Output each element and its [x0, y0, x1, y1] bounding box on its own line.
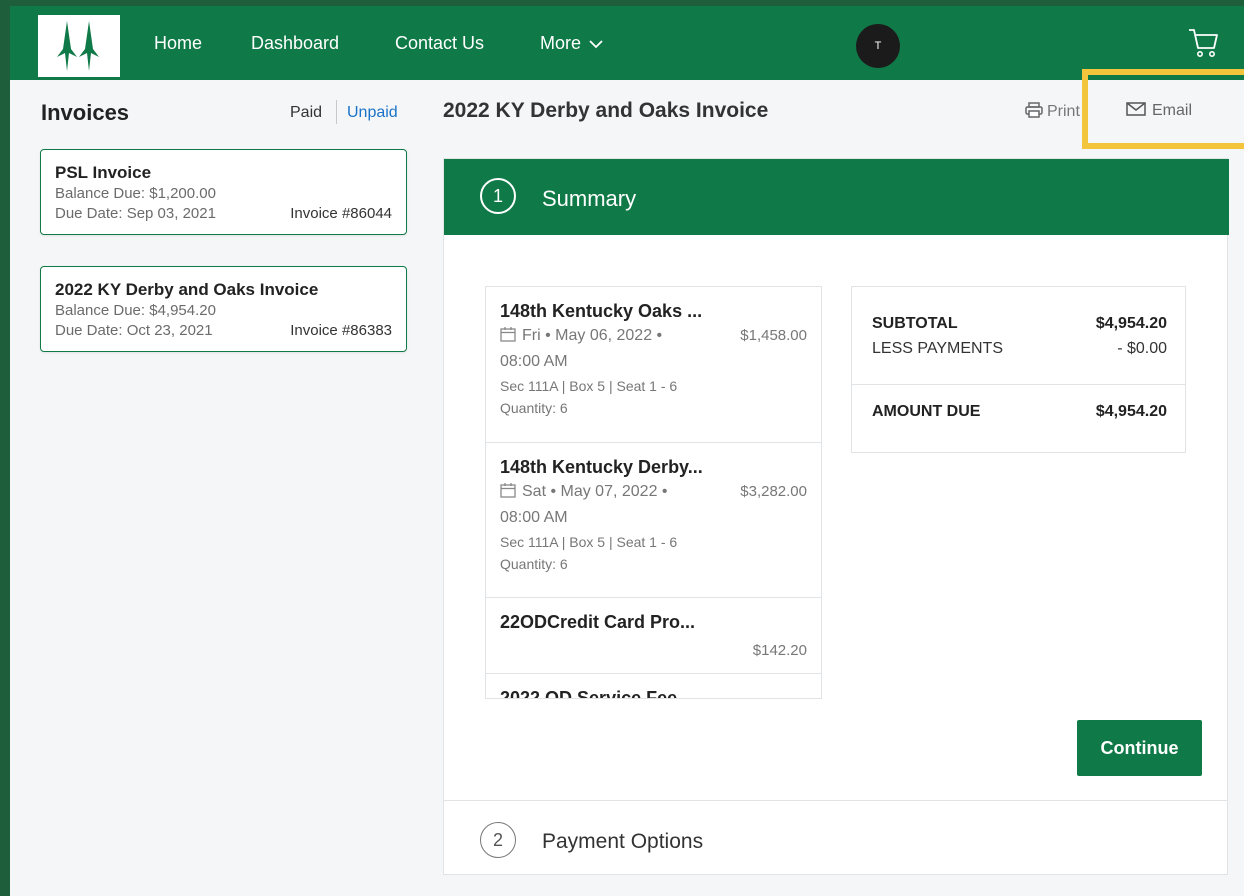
item-seats: Sec 111A | Box 5 | Seat 1 - 6 [500, 534, 678, 550]
item-name: 2022 OD Service Fee [500, 688, 678, 699]
nav-contact-us[interactable]: Contact Us [395, 33, 484, 54]
list-item: 148th Kentucky Derby... Sat • May 07, 20… [486, 443, 821, 598]
email-highlight-box [1082, 69, 1244, 149]
spires-logo-icon [57, 21, 99, 71]
item-price: $142.20 [752, 642, 807, 659]
subtotal-value: $4,954.20 [1095, 315, 1167, 332]
twin-spires-logo[interactable] [38, 15, 120, 77]
item-price: $3,282.00 [740, 483, 807, 500]
step-number-circle: 1 [480, 178, 516, 214]
invoices-heading: Invoices [41, 100, 130, 125]
step-divider [444, 800, 1227, 801]
continue-button[interactable]: Continue [1077, 720, 1202, 776]
item-seats: Sec 111A | Box 5 | Seat 1 - 6 [500, 378, 678, 394]
step-payment-options-label[interactable]: Payment Options [542, 830, 703, 854]
item-date-row: Sat • May 07, 2022 • [500, 479, 668, 505]
item-quantity: Quantity: 6 [500, 400, 568, 416]
invoice-due-date: Due Date: Oct 23, 2021 [55, 322, 213, 339]
list-item: 2022 OD Service Fee [486, 674, 821, 699]
calendar-icon [500, 327, 516, 342]
step-number: 2 [492, 829, 503, 850]
invoice-title: 2022 KY Derby and Oaks Invoice [55, 280, 319, 299]
list-item: 22ODCredit Card Pro... $142.20 [486, 598, 821, 674]
item-date: Fri • May 06, 2022 • [522, 327, 663, 344]
subtotal-label: SUBTOTAL [872, 315, 958, 332]
chevron-down-icon [589, 40, 603, 49]
totals-box: SUBTOTAL $4,954.20 LESS PAYMENTS - $0.00… [851, 286, 1186, 453]
invoice-card-derby[interactable]: 2022 KY Derby and Oaks Invoice Balance D… [40, 266, 407, 352]
item-date-row: Fri • May 06, 2022 • [500, 323, 662, 349]
item-price: $1,458.00 [740, 327, 807, 344]
item-name: 22ODCredit Card Pro... [500, 612, 696, 632]
nav-more[interactable]: More [540, 33, 604, 54]
invoice-number: Invoice #86044 [290, 205, 392, 222]
app-frame: Home Dashboard Contact Us More T Invoice… [10, 6, 1244, 896]
calendar-icon [500, 483, 516, 498]
less-payments-label: LESS PAYMENTS [872, 340, 1003, 357]
line-items-list[interactable]: 148th Kentucky Oaks ... Fri • May 06, 20… [485, 286, 822, 699]
item-time: 08:00 AM [500, 509, 568, 526]
filter-divider [336, 100, 337, 124]
invoice-card-psl[interactable]: PSL Invoice Balance Due: $1,200.00 Due D… [40, 149, 407, 235]
amount-due-value: $4,954.20 [1095, 403, 1167, 420]
step-summary-label: Summary [542, 186, 637, 211]
item-quantity: Quantity: 6 [500, 556, 568, 572]
nav-more-label: More [540, 33, 582, 53]
invoice-balance: Balance Due: $4,954.20 [55, 302, 216, 319]
checkout-panel: 1 Summary 148th Kentucky Oaks ... Fri • … [443, 158, 1229, 875]
invoice-title: PSL Invoice [55, 163, 152, 182]
printer-icon [1025, 102, 1043, 118]
list-item: 148th Kentucky Oaks ... Fri • May 06, 20… [486, 287, 821, 443]
invoice-due-date: Due Date: Sep 03, 2021 [55, 205, 216, 222]
avatar-initial: T [874, 40, 882, 52]
step-number-circle: 2 [480, 822, 516, 858]
nav-dashboard[interactable]: Dashboard [251, 33, 339, 54]
print-label: Print [1047, 103, 1080, 120]
less-payments-value: - $0.00 [1117, 340, 1167, 357]
item-time: 08:00 AM [500, 353, 568, 370]
cart-icon[interactable] [1187, 26, 1219, 60]
step-summary-header[interactable]: 1 Summary [444, 159, 1229, 235]
invoice-number: Invoice #86383 [290, 322, 392, 339]
item-date: Sat • May 07, 2022 • [522, 483, 668, 500]
item-name: 148th Kentucky Oaks ... [500, 301, 703, 321]
filter-unpaid[interactable]: Unpaid [347, 104, 398, 122]
amount-due-label: AMOUNT DUE [872, 403, 981, 420]
item-name: 148th Kentucky Derby... [500, 457, 703, 477]
nav-home[interactable]: Home [154, 33, 202, 54]
filter-paid[interactable]: Paid [290, 104, 322, 122]
totals-divider [852, 384, 1185, 385]
user-avatar[interactable]: T [856, 24, 900, 68]
page-title: 2022 KY Derby and Oaks Invoice [443, 99, 769, 122]
print-button[interactable]: Print [1025, 102, 1085, 121]
step-number: 1 [492, 185, 503, 206]
top-nav: Home Dashboard Contact Us More T [10, 6, 1244, 80]
invoice-balance: Balance Due: $1,200.00 [55, 185, 216, 202]
